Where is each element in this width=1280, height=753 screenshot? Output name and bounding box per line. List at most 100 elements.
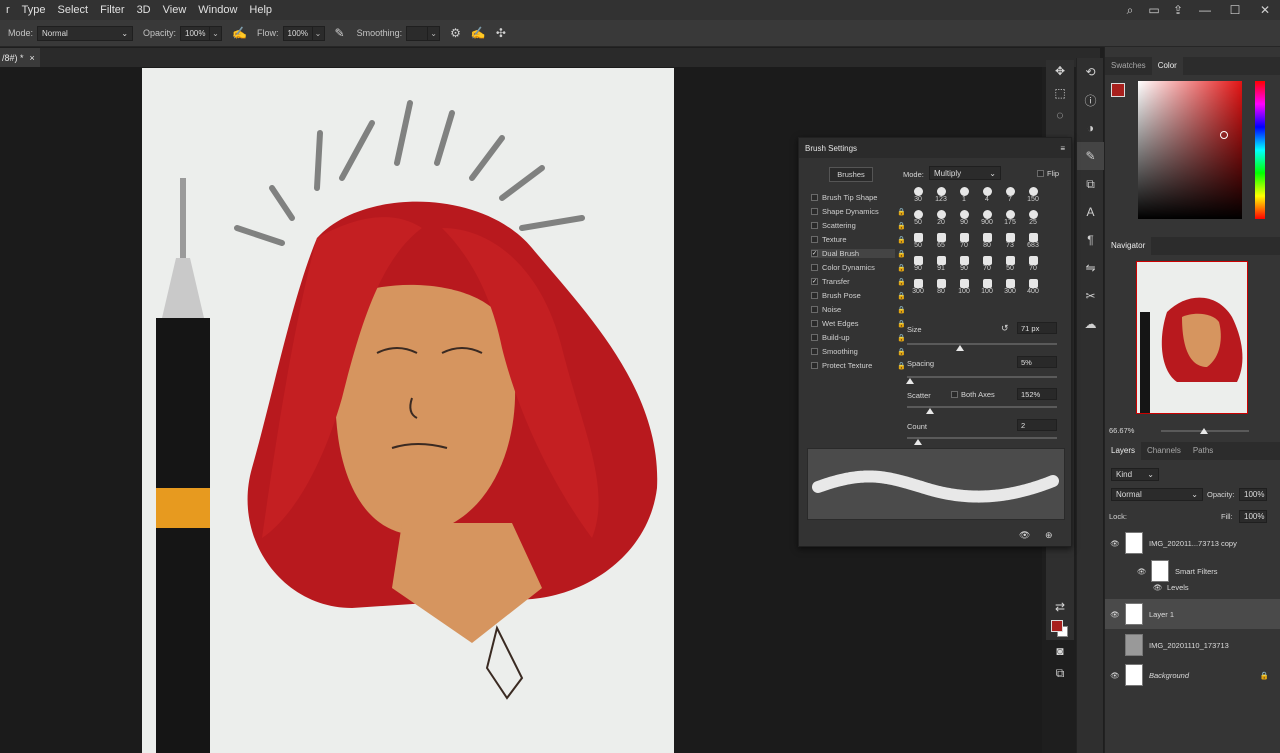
count-slider-thumb[interactable] bbox=[914, 439, 922, 445]
brush-preset[interactable]: 70 bbox=[1022, 255, 1044, 277]
option-checkbox[interactable] bbox=[811, 320, 818, 327]
layer-row-copy[interactable]: 👁 IMG_202011...73713 copy bbox=[1105, 528, 1280, 558]
mode-select[interactable]: Normal ⌄ bbox=[37, 25, 134, 41]
adjustments-icon[interactable]: ◑ bbox=[1077, 114, 1104, 142]
pressure-size-icon[interactable]: ✍ bbox=[471, 26, 486, 40]
eye-icon[interactable]: 👁 bbox=[1153, 583, 1167, 592]
size-slider[interactable] bbox=[907, 343, 1057, 345]
properties-icon[interactable]: ⓘ bbox=[1077, 86, 1104, 114]
lock-icon[interactable]: 🔒 bbox=[897, 362, 906, 370]
layer-row-layer-1[interactable]: 👁 Layer 1 bbox=[1105, 599, 1280, 629]
canvas-image[interactable] bbox=[142, 68, 674, 753]
brush-preset[interactable]: 900 bbox=[976, 209, 998, 231]
brush-preset[interactable]: 400 bbox=[1022, 278, 1044, 300]
foreground-color-swatch[interactable] bbox=[1046, 618, 1074, 640]
scatter-field[interactable]: 152% bbox=[1017, 388, 1057, 400]
brush-preset[interactable]: 50 bbox=[907, 232, 929, 254]
option-checkbox[interactable] bbox=[811, 194, 818, 201]
option-checkbox[interactable] bbox=[811, 362, 818, 369]
libraries-icon[interactable]: ☁ bbox=[1077, 310, 1104, 338]
menu-item-truncated[interactable]: r bbox=[0, 4, 16, 16]
brush-option-row[interactable]: Smoothing 🔒 bbox=[811, 347, 906, 356]
panel-menu-icon[interactable]: ≡ bbox=[1060, 144, 1065, 153]
brush-preset[interactable]: 1 bbox=[953, 186, 975, 208]
lock-icon[interactable]: 🔒 bbox=[897, 278, 906, 286]
layer-row-background[interactable]: 👁 Background 🔒 bbox=[1105, 660, 1280, 690]
layer-row-img[interactable]: IMG_20201110_173713 bbox=[1105, 630, 1280, 660]
brush-preset[interactable]: 90 bbox=[953, 255, 975, 277]
brush-preset[interactable]: 90 bbox=[953, 209, 975, 231]
brush-preset[interactable]: 4 bbox=[976, 186, 998, 208]
brush-preset[interactable]: 7 bbox=[999, 186, 1021, 208]
count-slider[interactable] bbox=[907, 437, 1057, 439]
toggle-preview-icon[interactable]: 👁 bbox=[1019, 530, 1030, 541]
brush-preset[interactable]: 100 bbox=[976, 278, 998, 300]
menu-help[interactable]: Help bbox=[243, 4, 278, 16]
brush-preset[interactable]: 123 bbox=[930, 186, 952, 208]
tab-color[interactable]: Color bbox=[1151, 57, 1183, 75]
brush-preset[interactable]: 91 bbox=[930, 255, 952, 277]
tab-swatches[interactable]: Swatches bbox=[1105, 57, 1152, 75]
move-tool-icon[interactable]: ✥ bbox=[1046, 60, 1074, 82]
lock-icon[interactable]: 🔒 bbox=[897, 208, 906, 216]
option-checkbox[interactable] bbox=[811, 264, 818, 271]
layer-kind-filter[interactable]: Kind ⌄ bbox=[1111, 468, 1159, 481]
brush-preset[interactable]: 73 bbox=[999, 232, 1021, 254]
brush-preset-grid[interactable]: 30 123 1 4 7 150 50 20 90 900 175 25 50 65 70 80 73 683 90… bbox=[907, 186, 1059, 316]
brush-preset[interactable]: 100 bbox=[953, 278, 975, 300]
share-icon[interactable]: ⇪ bbox=[1166, 3, 1190, 17]
brush-preset[interactable]: 50 bbox=[907, 209, 929, 231]
size-field[interactable]: 71 px bbox=[1017, 322, 1057, 334]
new-preset-icon[interactable]: ⊕ bbox=[1045, 530, 1053, 541]
levels-filter-row[interactable]: 👁 Levels bbox=[1105, 578, 1280, 596]
eye-icon[interactable]: 👁 bbox=[1105, 610, 1125, 619]
lock-icon[interactable]: 🔒 bbox=[897, 292, 906, 300]
blend-mode-select[interactable]: Normal ⌄ bbox=[1111, 488, 1203, 501]
airbrush-icon[interactable]: ✎ bbox=[335, 26, 345, 40]
screen-mode-icon[interactable]: ⧉ bbox=[1046, 662, 1074, 684]
brush-option-row[interactable]: Wet Edges 🔒 bbox=[811, 319, 906, 328]
marquee-tool-icon[interactable]: ⬚ bbox=[1046, 82, 1074, 104]
tab-paths[interactable]: Paths bbox=[1187, 442, 1219, 460]
lasso-tool-icon[interactable]: ◌ bbox=[1046, 104, 1074, 126]
opacity-dropdown[interactable]: ⌄ bbox=[210, 25, 223, 41]
character-icon[interactable]: A bbox=[1077, 198, 1104, 226]
navigator-zoom[interactable]: 66.67% bbox=[1109, 426, 1134, 435]
flow-dropdown[interactable]: ⌄ bbox=[312, 25, 325, 41]
foreground-swatch[interactable] bbox=[1111, 83, 1125, 97]
brush-option-row[interactable]: Brush Pose 🔒 bbox=[811, 291, 906, 300]
brush-preset[interactable]: 300 bbox=[907, 278, 929, 300]
brush-option-row[interactable]: Texture 🔒 bbox=[811, 235, 906, 244]
option-checkbox[interactable] bbox=[811, 292, 818, 299]
brush-option-row[interactable]: Brush Tip Shape bbox=[811, 193, 895, 202]
tool-presets-icon[interactable]: ✂ bbox=[1077, 282, 1104, 310]
workspace-icon[interactable]: ▭ bbox=[1142, 3, 1166, 17]
count-field[interactable]: 2 bbox=[1017, 419, 1057, 431]
lock-icon[interactable]: 🔒 bbox=[897, 306, 906, 314]
scatter-slider-thumb[interactable] bbox=[926, 408, 934, 414]
layer-opacity-field[interactable]: 100% bbox=[1239, 488, 1267, 501]
pressure-opacity-icon[interactable]: ✍ bbox=[232, 26, 247, 40]
opacity-field[interactable]: 100% bbox=[180, 25, 211, 41]
lock-icon[interactable]: 🔒 bbox=[897, 250, 906, 258]
maximize-icon[interactable]: ☐ bbox=[1220, 3, 1250, 17]
brush-preset[interactable]: 80 bbox=[976, 232, 998, 254]
lock-icon[interactable]: 🔒 bbox=[897, 348, 906, 356]
eye-icon[interactable]: 👁 bbox=[1105, 539, 1125, 548]
spacing-field[interactable]: 5% bbox=[1017, 356, 1057, 368]
glyphs-icon[interactable]: ⇋ bbox=[1077, 254, 1104, 282]
option-checkbox[interactable]: ✓ bbox=[811, 278, 818, 285]
brush-preset[interactable]: 683 bbox=[1022, 232, 1044, 254]
flow-field[interactable]: 100% bbox=[282, 25, 313, 41]
eye-icon[interactable]: 👁 bbox=[1105, 671, 1125, 680]
both-axes-checkbox[interactable] bbox=[951, 391, 958, 398]
brush-option-row[interactable]: ✓ Dual Brush 🔒 bbox=[811, 249, 906, 258]
brush-preset[interactable]: 175 bbox=[999, 209, 1021, 231]
menu-select[interactable]: Select bbox=[52, 4, 95, 16]
fill-field[interactable]: 100% bbox=[1239, 510, 1267, 523]
brushes-button[interactable]: Brushes bbox=[829, 167, 873, 182]
brush-preset[interactable]: 50 bbox=[999, 255, 1021, 277]
close-tab-icon[interactable]: × bbox=[30, 53, 35, 63]
lock-icon[interactable]: 🔒 bbox=[897, 320, 906, 328]
spacing-slider[interactable] bbox=[907, 376, 1057, 378]
